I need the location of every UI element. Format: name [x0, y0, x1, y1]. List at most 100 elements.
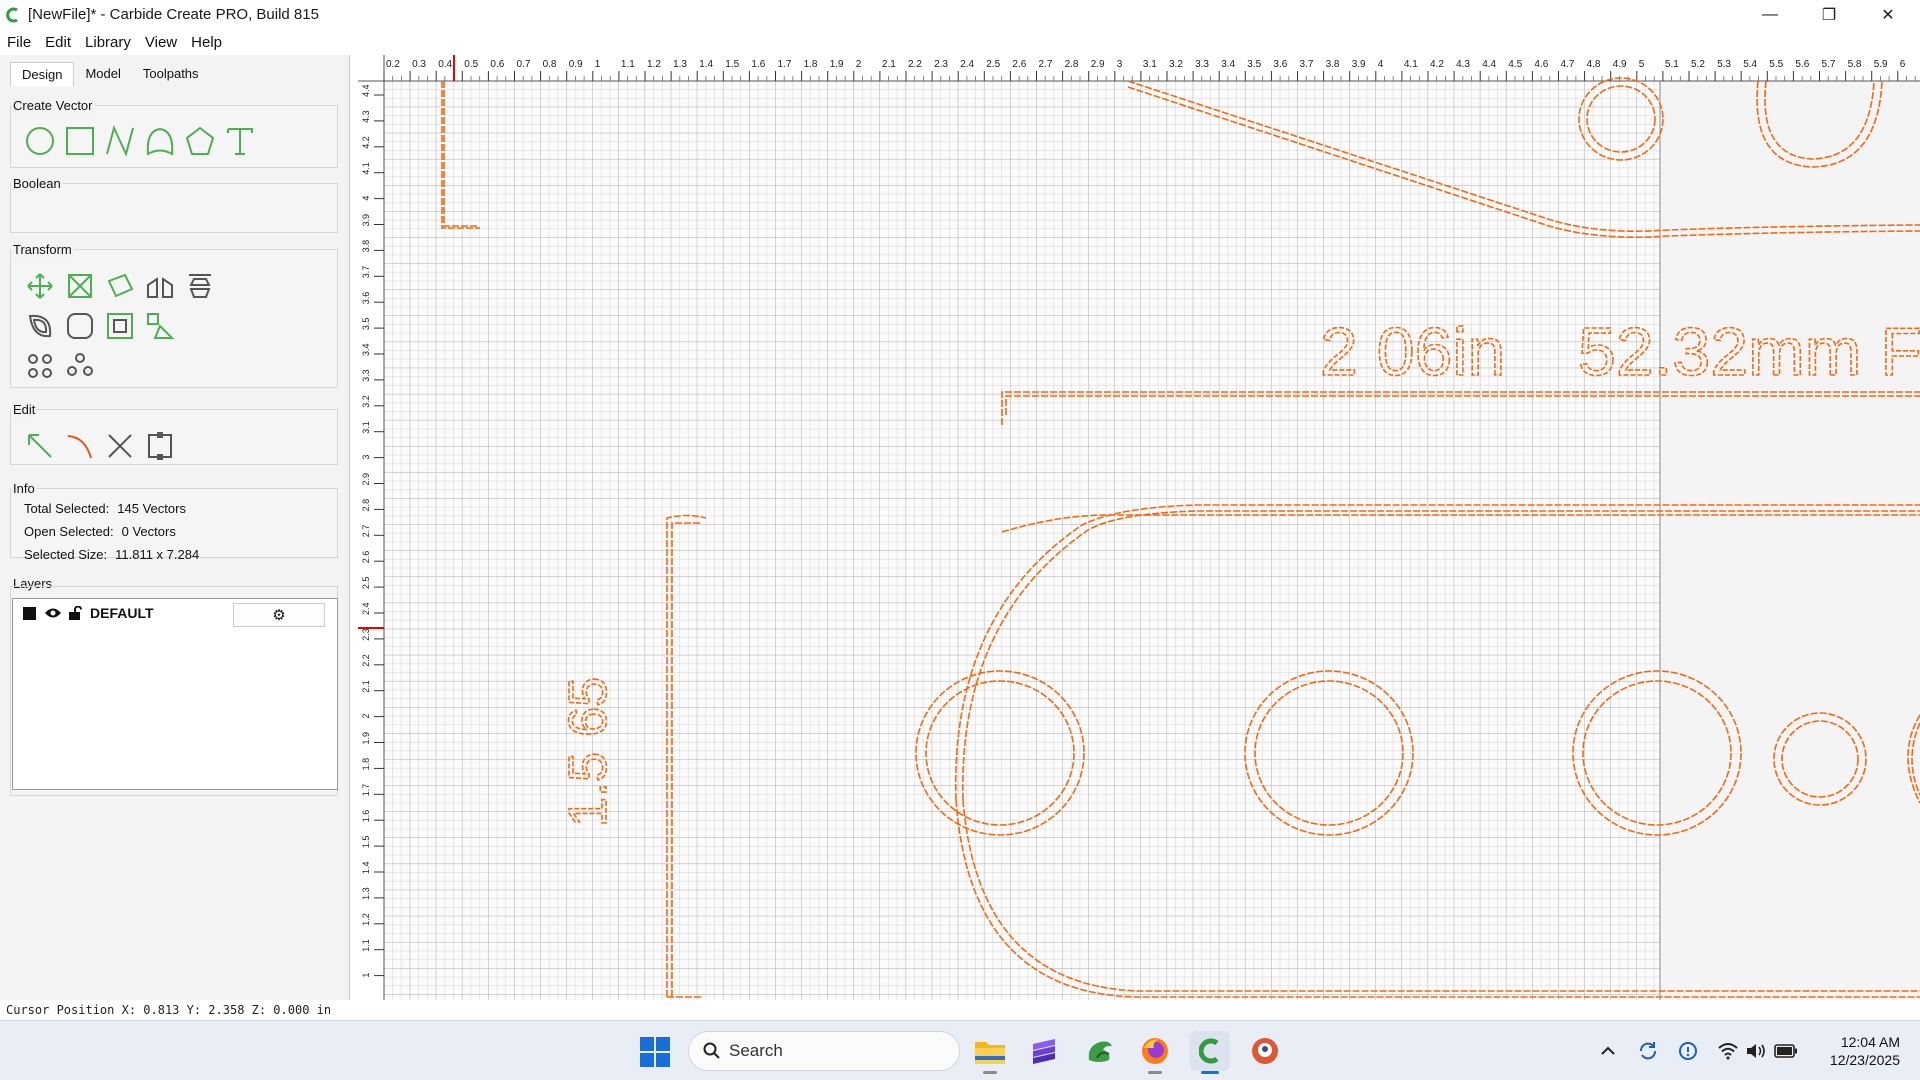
- sync-icon[interactable]: [1636, 1039, 1660, 1063]
- create-vector-title: Create Vector: [11, 98, 95, 113]
- carbide-logo-icon: [2, 0, 24, 29]
- ruler-label: 1.2: [361, 913, 371, 926]
- title-bar: [NewFile]* - Carbide Create PRO, Build 8…: [0, 0, 1920, 29]
- ruler-label: 5.3: [1717, 59, 1731, 70]
- polyline-tool-icon[interactable]: [100, 121, 140, 161]
- text-tool-icon[interactable]: [220, 121, 260, 161]
- ruler-label: 2.6: [1012, 59, 1026, 70]
- battery-icon[interactable]: [1774, 1039, 1798, 1063]
- circular-array-icon[interactable]: [60, 346, 100, 386]
- duckduckgo-icon[interactable]: [1245, 1031, 1285, 1071]
- ruler-label: 4.9: [1613, 59, 1627, 70]
- circle-tool-icon[interactable]: [20, 121, 60, 161]
- array-tool-icon[interactable]: [140, 306, 180, 346]
- ruler-label: 4.7: [1561, 59, 1575, 70]
- ruler-label: 1.3: [673, 59, 687, 70]
- info-title: Info: [11, 481, 37, 496]
- polygon-tool-icon[interactable]: [180, 121, 220, 161]
- ruler-label: 3.2: [1169, 59, 1183, 70]
- vector-text-right: 52.32mm F: [1578, 314, 1920, 390]
- cursor-position-status: Cursor Position X: 0.813 Y: 2.358 Z: 0.0…: [6, 1003, 332, 1017]
- ruler-label: 1.6: [361, 810, 371, 823]
- ruler-label: 4: [361, 196, 371, 201]
- dragon-app-icon[interactable]: [1080, 1031, 1120, 1071]
- ruler-label: 3.5: [361, 318, 371, 331]
- ruler-label: 4.5: [1508, 59, 1522, 70]
- ruler-label: 4.4: [361, 84, 371, 97]
- firefox-icon[interactable]: [1135, 1031, 1175, 1074]
- close-button[interactable]: ✕: [1859, 0, 1917, 29]
- stacks-app-icon[interactable]: [1025, 1031, 1065, 1071]
- system-clock[interactable]: 12:04 AM 12/23/2025: [1812, 1033, 1900, 1069]
- layer-color-swatch[interactable]: [23, 606, 36, 620]
- tab-toolpaths[interactable]: Toolpaths: [132, 62, 210, 86]
- ruler-label: 2.8: [1065, 59, 1079, 70]
- weld-tool-icon[interactable]: [100, 306, 140, 346]
- scale-tool-icon[interactable]: [60, 266, 100, 306]
- ruler-label: 0.9: [569, 59, 583, 70]
- open-selected: Open Selected: 0 Vectors: [24, 524, 176, 539]
- menu-edit[interactable]: Edit: [38, 34, 78, 51]
- rectangle-tool-icon[interactable]: [60, 121, 100, 161]
- taskbar: Search 12:04 AM 12/23/2025: [0, 1020, 1920, 1080]
- wifi-icon[interactable]: [1716, 1039, 1740, 1063]
- network-status-icon[interactable]: [1676, 1039, 1700, 1063]
- ruler-label: 1.1: [361, 939, 371, 952]
- ruler-label: 1.9: [361, 732, 371, 745]
- taskbar-search[interactable]: Search: [688, 1031, 960, 1071]
- maximize-button[interactable]: ❐: [1800, 0, 1858, 29]
- ruler-label: 2.5: [361, 577, 371, 590]
- rotate-tool-icon[interactable]: [100, 266, 140, 306]
- ruler-label: 0.5: [464, 59, 478, 70]
- ruler-label: 3.7: [361, 266, 371, 279]
- minimize-button[interactable]: —: [1741, 0, 1799, 29]
- chevron-up-icon[interactable]: [1596, 1039, 1620, 1063]
- layer-item[interactable]: DEFAULT: [23, 605, 154, 621]
- delete-vector-icon[interactable]: [100, 426, 140, 466]
- volume-icon[interactable]: [1744, 1039, 1768, 1063]
- move-tool-icon[interactable]: [20, 266, 60, 306]
- eye-icon[interactable]: [44, 607, 62, 619]
- menu-help[interactable]: Help: [184, 34, 229, 51]
- node-edit-icon[interactable]: [20, 426, 60, 466]
- ruler-label: 0.4: [438, 59, 452, 70]
- ruler-label: 1.5: [725, 59, 739, 70]
- close-icon: ✕: [1881, 6, 1895, 24]
- tab-model[interactable]: Model: [74, 62, 131, 86]
- menu-view[interactable]: View: [138, 34, 184, 51]
- panel-tabs: Design Model Toolpaths: [10, 62, 210, 86]
- design-canvas[interactable]: 0.2 0.3 0.4 0.5 0.6 0.7 0.8 0.9 1 1.1 1.2 1.3 1.4 1.5…: [358, 55, 1920, 1000]
- ruler-label: 2.1: [882, 59, 896, 70]
- ruler-label: 1.7: [361, 784, 371, 797]
- ruler-label: 2.9: [361, 473, 371, 486]
- ruler-label: 3.8: [1326, 59, 1340, 70]
- ruler-label: 0.3: [412, 59, 426, 70]
- offset-tool-icon[interactable]: [20, 306, 60, 346]
- ruler-label: 2.4: [361, 602, 371, 615]
- layer-name: DEFAULT: [90, 605, 154, 621]
- layer-settings-button[interactable]: ⚙: [233, 603, 325, 627]
- grid-array-icon[interactable]: [20, 346, 60, 386]
- ruler-label: 0.6: [490, 59, 504, 70]
- menu-library[interactable]: Library: [78, 34, 138, 51]
- tab-design[interactable]: Design: [10, 62, 75, 86]
- carbide-create-icon[interactable]: [1190, 1031, 1230, 1074]
- align-tool-icon[interactable]: [180, 266, 220, 306]
- trim-tool-icon[interactable]: [60, 426, 100, 466]
- ruler-label: 4.2: [1430, 59, 1444, 70]
- ruler-label: 1.2: [647, 59, 661, 70]
- mirror-tool-icon[interactable]: [140, 266, 180, 306]
- ruler-label: 5.8: [1848, 59, 1862, 70]
- join-vectors-icon[interactable]: [140, 426, 180, 466]
- fillet-tool-icon[interactable]: [60, 306, 100, 346]
- ruler-label: 3.2: [361, 395, 371, 408]
- ruler-label: 3.3: [1195, 59, 1209, 70]
- windows-start-icon[interactable]: [640, 1037, 670, 1072]
- file-explorer-icon[interactable]: [970, 1031, 1010, 1074]
- unlock-icon[interactable]: [68, 606, 82, 620]
- menu-file[interactable]: File: [0, 34, 38, 51]
- ruler-label: 3.4: [1221, 59, 1235, 70]
- curve-tool-icon[interactable]: [140, 121, 180, 161]
- ruler-label: 4.2: [361, 136, 371, 149]
- ruler-label: 2.1: [361, 680, 371, 693]
